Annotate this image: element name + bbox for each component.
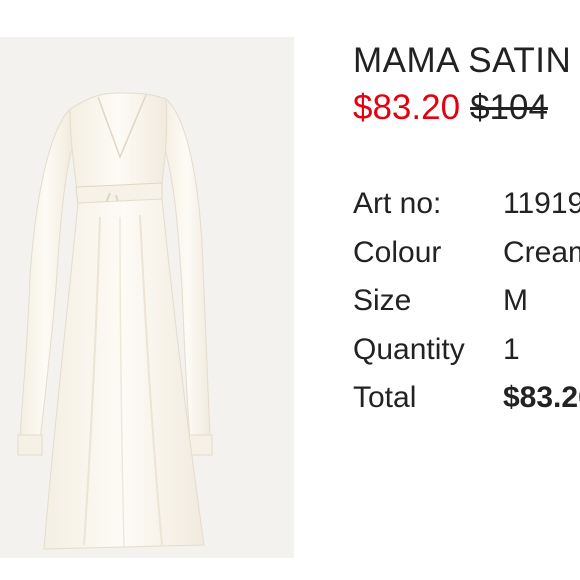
info-row-quantity: Quantity 1 bbox=[353, 329, 580, 378]
colour-label: Colour bbox=[353, 235, 442, 269]
order-item-card: MAMA SATIN $83.20$104 Art no: 1191929 Co… bbox=[0, 0, 580, 580]
price-row: $83.20 $104 bbox=[353, 86, 548, 130]
info-row-size: Size M bbox=[353, 280, 580, 329]
colour-value: Cream bbox=[503, 235, 580, 269]
product-name[interactable]: MAMA SATIN bbox=[353, 40, 571, 82]
info-row-colour: Colour Cream bbox=[353, 232, 580, 281]
size-label: Size bbox=[353, 284, 412, 317]
quantity-label: Quantity bbox=[353, 332, 465, 366]
quantity-value: 1 bbox=[503, 332, 520, 366]
dress-illustration bbox=[17, 92, 213, 550]
size-value: M bbox=[503, 284, 528, 317]
total-value: $83.20 bbox=[503, 381, 580, 414]
info-row-art-no: Art no: 1191929 bbox=[353, 183, 580, 232]
original-price: $104 bbox=[470, 88, 548, 127]
product-image[interactable] bbox=[0, 37, 294, 558]
total-label: Total bbox=[353, 381, 417, 414]
art-no-value: 1191929 bbox=[503, 187, 580, 220]
art-no-label: Art no: bbox=[353, 187, 442, 220]
sale-price: $83.20 bbox=[353, 88, 461, 127]
info-row-total: Total $83.20 bbox=[353, 377, 580, 426]
product-info-table: Art no: 1191929 Colour Cream Size M Quan… bbox=[353, 183, 580, 426]
